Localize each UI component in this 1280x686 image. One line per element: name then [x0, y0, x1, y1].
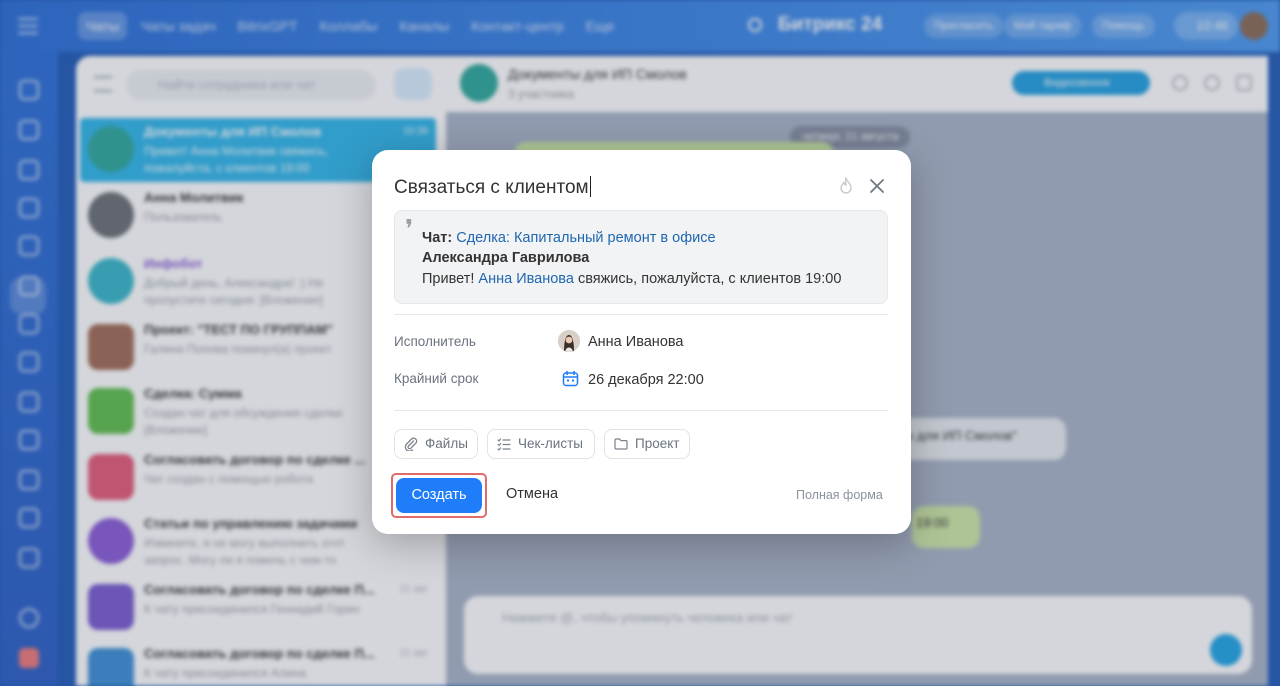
project-button[interactable]: Проект	[604, 429, 690, 459]
deadline-value[interactable]: 26 декабря 22:00	[588, 372, 704, 388]
assignee-label: Исполнитель	[394, 334, 476, 349]
checklist-icon	[497, 438, 511, 451]
flame-icon[interactable]	[838, 177, 854, 195]
folder-icon	[614, 438, 628, 450]
paperclip-icon	[404, 437, 418, 451]
divider	[394, 410, 888, 411]
files-button[interactable]: Файлы	[394, 429, 478, 459]
quote-chat-line: Чат: Сделка: Капитальный ремонт в офисе	[422, 230, 716, 246]
create-button[interactable]: Создать	[396, 478, 482, 513]
close-icon[interactable]	[866, 175, 888, 197]
full-form-link[interactable]: Полная форма	[796, 488, 883, 502]
chat-label: Чат:	[422, 230, 453, 246]
divider	[394, 314, 888, 315]
task-title-text: Связаться с клиентом	[394, 177, 589, 198]
quote-text-start: Привет!	[422, 271, 475, 287]
chat-link[interactable]: Сделка: Капитальный ремонт в офисе	[456, 230, 715, 246]
text-cursor	[589, 176, 591, 197]
quoted-message: ❜ Чат: Сделка: Капитальный ремонт в офис…	[394, 210, 888, 304]
project-label: Проект	[635, 436, 680, 451]
quote-icon: ❜	[405, 215, 414, 245]
checklists-button[interactable]: Чек-листы	[487, 429, 595, 459]
avatar[interactable]	[558, 330, 580, 352]
quote-text: Привет! Анна Иванова свяжись, пожалуйста…	[422, 271, 841, 287]
create-task-dialog: Связаться с клиентом ❜ Чат: Сделка: Капи…	[372, 150, 911, 534]
quote-text-end: свяжись, пожалуйста, с клиентов 19:00	[577, 271, 842, 287]
deadline-label: Крайний срок	[394, 371, 479, 386]
assignee-value[interactable]: Анна Иванова	[588, 334, 683, 350]
quote-author: Александра Гаврилова	[422, 250, 590, 266]
cancel-button[interactable]: Отмена	[506, 486, 558, 502]
files-label: Файлы	[425, 436, 468, 451]
user-mention-link[interactable]: Анна Иванова	[478, 271, 573, 287]
checklists-label: Чек-листы	[518, 436, 583, 451]
task-title-input[interactable]: Связаться с клиентом	[394, 176, 591, 199]
calendar-icon[interactable]	[562, 370, 579, 387]
